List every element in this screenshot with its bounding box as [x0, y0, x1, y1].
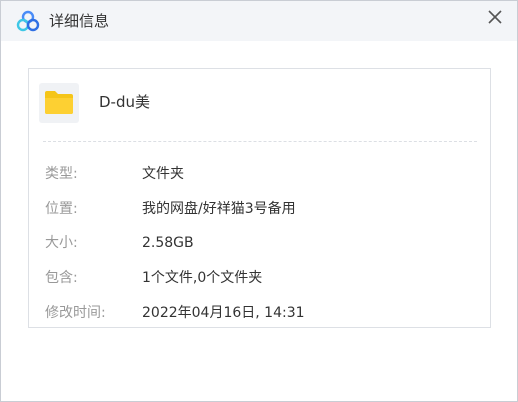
- baidu-netdisk-cloud-icon: [16, 10, 40, 32]
- title-bar: 详细信息: [1, 1, 517, 41]
- details-panel: D-du美 类型: 文件夹 位置: 我的网盘/好祥猫3号备用 大小: 2.58G…: [28, 68, 491, 328]
- location-label: 位置:: [45, 201, 78, 217]
- dialog-title: 详细信息: [49, 12, 110, 30]
- type-value: 文件夹: [142, 166, 184, 182]
- file-icon-box: [39, 83, 79, 123]
- size-label: 大小:: [45, 235, 78, 251]
- details-dialog: 详细信息 D-du美 类型: 文件夹 位置: 我的网盘/好祥猫3号备用 大小: …: [0, 0, 518, 402]
- contains-value: 1个文件,0个文件夹: [142, 270, 263, 286]
- size-value: 2.58GB: [142, 235, 194, 251]
- folder-icon: [44, 89, 74, 119]
- modified-label: 修改时间:: [45, 305, 106, 321]
- divider: [43, 141, 477, 142]
- type-label: 类型:: [45, 166, 78, 182]
- file-name: D-du美: [99, 93, 150, 111]
- close-icon[interactable]: [483, 5, 507, 29]
- location-value: 我的网盘/好祥猫3号备用: [142, 201, 296, 217]
- contains-label: 包含:: [45, 270, 78, 286]
- modified-value: 2022年04月16日, 14:31: [142, 305, 305, 321]
